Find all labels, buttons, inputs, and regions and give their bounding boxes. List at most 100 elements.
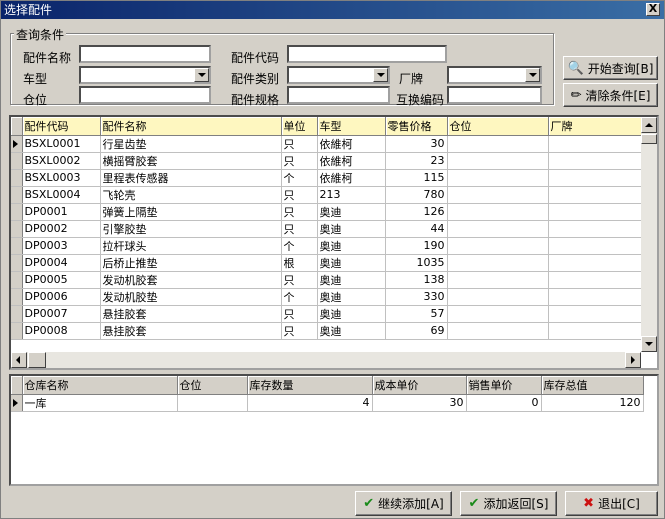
table-row[interactable]: DP0005 发动机胶套只奥迪 138 <box>11 271 642 289</box>
table-cell[interactable]: 0 <box>466 394 542 412</box>
table-cell[interactable] <box>447 152 549 170</box>
add-return-button[interactable]: ✔ 添加返回[S] <box>460 491 557 516</box>
table-cell[interactable]: 奥迪 <box>317 305 386 323</box>
scroll-thumb[interactable] <box>641 134 657 144</box>
part-name-input[interactable] <box>79 45 211 63</box>
col-header-car-model[interactable]: 车型 <box>317 117 386 136</box>
table-cell[interactable]: BSXL0004 <box>22 186 101 204</box>
table-cell[interactable] <box>177 394 248 412</box>
table-cell[interactable] <box>548 288 642 306</box>
col-header-part-name[interactable]: 配件名称 <box>100 117 282 136</box>
table-cell[interactable]: 奥迪 <box>317 237 386 255</box>
row-indicator[interactable] <box>11 288 23 306</box>
table-row[interactable]: DP0004 后桥止推垫根奥迪 1035 <box>11 254 642 272</box>
scroll-left-button[interactable] <box>11 352 27 368</box>
table-cell[interactable]: 只 <box>281 203 318 221</box>
clear-button[interactable]: ✏ 清除条件[E] <box>563 83 658 107</box>
table-row[interactable]: BSXL0003 里程表传感器个依維柯 115 <box>11 169 642 187</box>
table-cell[interactable] <box>447 169 549 187</box>
table-cell[interactable]: 190 <box>385 237 448 255</box>
hscroll-thumb[interactable] <box>28 352 46 368</box>
col-header-sale-price[interactable]: 销售单价 <box>466 376 542 395</box>
table-row[interactable]: BSXL0002 横摇臂胶套只依維柯 23 <box>11 152 642 170</box>
table-cell[interactable] <box>447 322 549 340</box>
col-header-warehouse[interactable]: 仓库名称 <box>22 376 178 395</box>
table-cell[interactable]: 120 <box>541 394 644 412</box>
table-cell[interactable]: 奥迪 <box>317 220 386 238</box>
table-cell[interactable]: 悬挂胶套 <box>100 322 282 340</box>
table-cell[interactable]: 奥迪 <box>317 254 386 272</box>
table-row[interactable]: DP0006 发动机胶垫个奥迪 330 <box>11 288 642 306</box>
row-indicator[interactable] <box>11 305 23 323</box>
table-cell[interactable]: 213 <box>317 186 386 204</box>
table-cell[interactable]: BSXL0002 <box>22 152 101 170</box>
col-header-unit[interactable]: 单位 <box>281 117 318 136</box>
row-indicator[interactable] <box>11 254 23 272</box>
close-button[interactable]: X <box>646 3 660 16</box>
col-header-stock-qty[interactable]: 库存数量 <box>247 376 373 395</box>
chevron-down-icon[interactable] <box>525 68 540 82</box>
scroll-up-button[interactable] <box>641 117 657 133</box>
row-indicator[interactable] <box>11 322 23 340</box>
table-cell[interactable]: DP0007 <box>22 305 101 323</box>
car-model-select[interactable] <box>79 66 211 84</box>
table-cell[interactable]: 飞轮壳 <box>100 186 282 204</box>
table-cell[interactable]: 只 <box>281 186 318 204</box>
chevron-down-icon[interactable] <box>373 68 388 82</box>
table-row[interactable]: BSXL0004 飞轮壳只 213 780 <box>11 186 642 204</box>
row-indicator[interactable] <box>11 203 23 221</box>
table-cell[interactable]: 一库 <box>22 394 178 412</box>
table-cell[interactable]: 发动机胶套 <box>100 271 282 289</box>
chevron-down-icon[interactable] <box>194 68 209 82</box>
col-header-cost-price[interactable]: 成本单价 <box>372 376 467 395</box>
row-indicator[interactable] <box>11 135 23 153</box>
table-cell[interactable] <box>447 237 549 255</box>
table-cell[interactable]: 依維柯 <box>317 152 386 170</box>
table-row[interactable]: DP0003 拉杆球头个奥迪 190 <box>11 237 642 255</box>
col-header-part-code[interactable]: 配件代码 <box>22 117 101 136</box>
table-cell[interactable] <box>447 203 549 221</box>
table-cell[interactable] <box>548 254 642 272</box>
table-cell[interactable]: 4 <box>247 394 373 412</box>
table-cell[interactable] <box>447 288 549 306</box>
row-indicator[interactable] <box>11 152 23 170</box>
part-code-input[interactable] <box>287 45 447 63</box>
table-cell[interactable] <box>548 203 642 221</box>
table-cell[interactable]: 个 <box>281 237 318 255</box>
col-header-location[interactable]: 仓位 <box>447 117 549 136</box>
table-cell[interactable]: DP0001 <box>22 203 101 221</box>
row-indicator[interactable] <box>11 186 23 204</box>
col-header-brand[interactable]: 厂牌 <box>548 117 642 136</box>
table-row[interactable]: BSXL0001 行星齿垫只依維柯 30 <box>11 135 642 153</box>
table-cell[interactable]: 138 <box>385 271 448 289</box>
location-input[interactable] <box>79 86 211 104</box>
row-indicator[interactable] <box>11 394 23 412</box>
table-cell[interactable]: DP0006 <box>22 288 101 306</box>
table-row[interactable]: 一库 4 30 0 120 <box>11 394 644 412</box>
table-cell[interactable]: 后桥止推垫 <box>100 254 282 272</box>
table-cell[interactable]: 30 <box>385 135 448 153</box>
table-cell[interactable]: 依維柯 <box>317 169 386 187</box>
table-cell[interactable]: 个 <box>281 169 318 187</box>
table-cell[interactable]: 依維柯 <box>317 135 386 153</box>
table-cell[interactable]: 悬挂胶套 <box>100 305 282 323</box>
table-cell[interactable]: 里程表传感器 <box>100 169 282 187</box>
table-cell[interactable]: 横摇臂胶套 <box>100 152 282 170</box>
table-cell[interactable] <box>548 305 642 323</box>
brand-select[interactable] <box>447 66 542 84</box>
search-button[interactable]: 🔍 开始查询[B] <box>563 56 658 80</box>
table-cell[interactable]: 引擎胶垫 <box>100 220 282 238</box>
table-cell[interactable]: DP0005 <box>22 271 101 289</box>
row-indicator[interactable] <box>11 271 23 289</box>
row-indicator[interactable] <box>11 237 23 255</box>
table-cell[interactable]: 拉杆球头 <box>100 237 282 255</box>
table-cell[interactable] <box>447 186 549 204</box>
table-cell[interactable]: 只 <box>281 152 318 170</box>
spec-input[interactable] <box>287 86 390 104</box>
exit-button[interactable]: ✖ 退出[C] <box>565 491 658 516</box>
table-cell[interactable]: 23 <box>385 152 448 170</box>
table-cell[interactable] <box>548 220 642 238</box>
table-cell[interactable]: DP0002 <box>22 220 101 238</box>
table-cell[interactable]: 行星齿垫 <box>100 135 282 153</box>
scroll-right-button[interactable] <box>625 352 641 368</box>
